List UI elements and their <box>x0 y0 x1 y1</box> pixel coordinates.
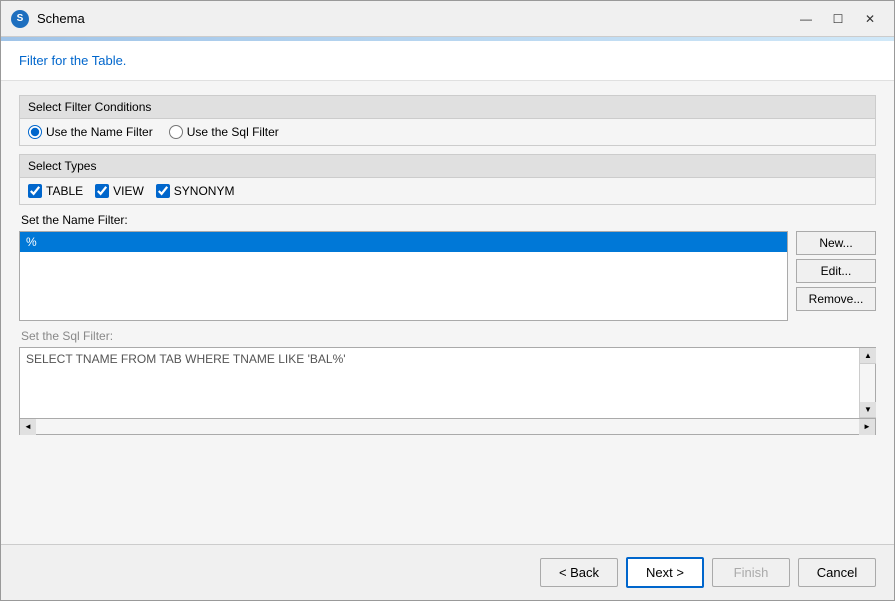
scroll-left-arrow[interactable]: ◄ <box>20 419 36 435</box>
window-title: Schema <box>37 11 792 26</box>
radio-sql-filter-label[interactable]: Use the Sql Filter <box>169 125 279 139</box>
app-icon-letter: S <box>17 13 24 24</box>
sql-hscrollbar: ◄ ► <box>19 419 876 435</box>
scroll-up-arrow[interactable]: ▲ <box>860 348 876 364</box>
radio-sql-filter-text: Use the Sql Filter <box>187 125 279 139</box>
radio-sql-filter[interactable] <box>169 125 183 139</box>
sql-vscrollbar: ▲ ▼ <box>859 348 875 418</box>
select-types-section: Select Types TABLE VIEW SYNONYM <box>19 154 876 205</box>
name-filter-label: Set the Name Filter: <box>19 213 876 227</box>
filter-conditions-section: Select Filter Conditions Use the Name Fi… <box>19 95 876 146</box>
select-types-header: Select Types <box>20 155 875 178</box>
radio-name-filter-label[interactable]: Use the Name Filter <box>28 125 153 139</box>
checkbox-table-text: TABLE <box>46 184 83 198</box>
scroll-track-vertical <box>860 364 875 402</box>
checkbox-synonym-text: SYNONYM <box>174 184 235 198</box>
filter-radio-row: Use the Name Filter Use the Sql Filter <box>28 125 867 139</box>
content-area: Select Filter Conditions Use the Name Fi… <box>1 81 894 544</box>
scroll-track-horizontal <box>36 419 859 434</box>
scroll-down-arrow[interactable]: ▼ <box>860 402 876 418</box>
new-button[interactable]: New... <box>796 231 876 255</box>
filter-buttons: New... Edit... Remove... <box>796 231 876 321</box>
close-button[interactable]: ✕ <box>856 8 884 30</box>
edit-button[interactable]: Edit... <box>796 259 876 283</box>
checkbox-view-text: VIEW <box>113 184 144 198</box>
remove-button[interactable]: Remove... <box>796 287 876 311</box>
page-header: Filter for the Table. <box>1 41 894 81</box>
radio-name-filter[interactable] <box>28 125 42 139</box>
cancel-button[interactable]: Cancel <box>798 558 876 587</box>
minimize-button[interactable]: — <box>792 8 820 30</box>
radio-name-filter-text: Use the Name Filter <box>46 125 153 139</box>
header-text: Filter for the Table. <box>19 53 126 68</box>
checkbox-synonym[interactable] <box>156 184 170 198</box>
checkbox-view-label[interactable]: VIEW <box>95 184 144 198</box>
finish-button[interactable]: Finish <box>712 558 790 587</box>
filter-list[interactable]: % <box>19 231 788 321</box>
checkbox-table[interactable] <box>28 184 42 198</box>
title-bar: S Schema — ☐ ✕ <box>1 1 894 37</box>
checkbox-synonym-label[interactable]: SYNONYM <box>156 184 235 198</box>
filter-list-item[interactable]: % <box>20 232 787 252</box>
main-window: S Schema — ☐ ✕ Filter for the Table. Sel… <box>0 0 895 601</box>
sql-filter-label: Set the Sql Filter: <box>19 329 876 343</box>
filter-conditions-header: Select Filter Conditions <box>20 96 875 119</box>
next-button[interactable]: Next > <box>626 557 704 588</box>
footer: < Back Next > Finish Cancel <box>1 544 894 600</box>
app-icon: S <box>11 10 29 28</box>
name-filter-body: % New... Edit... Remove... <box>19 231 876 321</box>
window-controls: — ☐ ✕ <box>792 8 884 30</box>
filter-conditions-body: Use the Name Filter Use the Sql Filter <box>20 119 875 145</box>
scroll-right-arrow[interactable]: ► <box>859 419 875 435</box>
maximize-button[interactable]: ☐ <box>824 8 852 30</box>
name-filter-section: Set the Name Filter: % New... Edit... Re… <box>19 213 876 321</box>
select-types-body: TABLE VIEW SYNONYM <box>20 178 875 204</box>
sql-filter-section: Set the Sql Filter: SELECT TNAME FROM TA… <box>19 329 876 530</box>
checkbox-view[interactable] <box>95 184 109 198</box>
sql-filter-text: SELECT TNAME FROM TAB WHERE TNAME LIKE '… <box>20 348 859 418</box>
types-checkbox-row: TABLE VIEW SYNONYM <box>28 184 867 198</box>
back-button[interactable]: < Back <box>540 558 618 587</box>
checkbox-table-label[interactable]: TABLE <box>28 184 83 198</box>
sql-filter-wrapper: SELECT TNAME FROM TAB WHERE TNAME LIKE '… <box>19 347 876 419</box>
